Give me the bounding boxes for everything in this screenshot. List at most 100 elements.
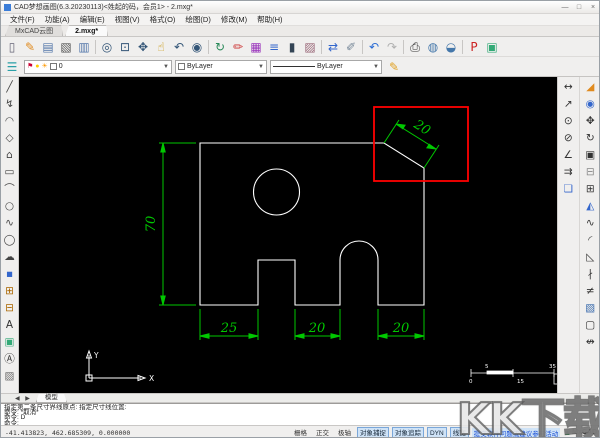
undo-icon[interactable]: ↶ [365, 38, 383, 56]
properties-edit-icon[interactable]: ✎ [385, 58, 403, 76]
pan-icon[interactable]: ☝ [152, 38, 170, 56]
menu-item-3[interactable]: 视图(V) [110, 14, 145, 26]
erase-icon[interactable]: ◢ [582, 79, 598, 95]
mtext-icon[interactable]: ≡ [265, 38, 283, 56]
toggle-线宽[interactable]: 线宽 [449, 427, 469, 437]
toggle-极轴[interactable]: 极轴 [335, 427, 354, 437]
hatch-icon[interactable]: ▨ [2, 368, 18, 384]
feedback-link[interactable]: 提交软件问题或建议参与活动 [471, 427, 561, 437]
zoom-object-icon[interactable]: ◉ [188, 38, 206, 56]
ellipse-icon[interactable]: ◯ [2, 232, 18, 248]
spline-edit-icon[interactable]: ∿ [582, 215, 598, 231]
arc-3p-icon[interactable]: ⌒ [2, 181, 18, 197]
radius-dim-icon[interactable]: ⊙ [560, 113, 576, 129]
scale-icon[interactable]: ▣ [582, 147, 598, 163]
window-controls: — □ × [560, 4, 598, 11]
linetype-combobox[interactable]: ByLayer ▼ [270, 59, 382, 74]
layout-save-icon[interactable]: ▨ [301, 38, 319, 56]
toggle-对象捕捉[interactable]: 对象捕捉 [356, 427, 389, 437]
dim-style-icon[interactable]: ❏ [560, 181, 576, 197]
polyline-icon[interactable]: ↯ [2, 96, 18, 112]
aligned-dim-icon[interactable]: ↗ [560, 96, 576, 112]
refresh-view-icon[interactable]: ↻ [211, 38, 229, 56]
open-folder-icon[interactable]: ▧ [57, 38, 75, 56]
draw-pencil-icon[interactable]: ✏ [229, 38, 247, 56]
extend-icon[interactable]: ≠ [582, 283, 598, 299]
web-preview-icon[interactable]: ◍ [424, 38, 442, 56]
image-icon[interactable]: ▣ [2, 334, 18, 350]
revision-cloud-icon[interactable]: ☁ [2, 249, 18, 265]
arc-icon[interactable]: ◠ [2, 113, 18, 129]
mirror-icon[interactable]: ◭ [582, 198, 598, 214]
text-style-icon[interactable]: Ⓐ [2, 351, 18, 367]
layer-combobox[interactable]: ⚑ ● ☀ 0 ▼ [24, 59, 172, 74]
explode-icon[interactable]: ▧ [582, 300, 598, 316]
spline-icon[interactable]: ∿ [2, 215, 18, 231]
menu-item-6[interactable]: 修改(M) [216, 14, 252, 26]
part-hole-circle[interactable] [252, 168, 301, 216]
export-image-icon[interactable]: ▣ [483, 38, 501, 56]
sync-cloud-icon[interactable]: ⇄ [324, 38, 342, 56]
redo-icon[interactable]: ↷ [383, 38, 401, 56]
circle-icon[interactable]: ○ [2, 198, 18, 214]
create-block-icon[interactable]: ⊟ [2, 300, 18, 316]
minimize-button[interactable]: — [560, 4, 570, 11]
move-icon[interactable]: ✥ [582, 113, 598, 129]
chamfer-icon[interactable]: ◺ [582, 249, 598, 265]
web-publish-icon[interactable]: ◒ [442, 38, 460, 56]
break-icon[interactable]: ↮ [582, 334, 598, 350]
open-drawing-icon[interactable]: ✎ [21, 38, 39, 56]
layout-tab-scroll[interactable]: ◀ ▶ [15, 395, 32, 402]
tab-current-drawing[interactable]: 2.mxg* [65, 25, 108, 36]
stretch-icon[interactable]: ▢ [582, 317, 598, 333]
save-as-icon[interactable]: ▥ [75, 38, 93, 56]
print-icon[interactable]: ⎙ [406, 38, 424, 56]
angular-dim-icon[interactable]: ∠ [560, 147, 576, 163]
diameter-dim-icon[interactable]: ⊘ [560, 130, 576, 146]
zoom-icon[interactable]: ◎ [98, 38, 116, 56]
rectangle-icon[interactable]: ▭ [2, 164, 18, 180]
toggle-对象追踪[interactable]: 对象追踪 [391, 427, 424, 437]
zoom-window-icon[interactable]: ⊡ [116, 38, 134, 56]
toggle-DYN[interactable]: DYN [426, 427, 447, 437]
copy-icon[interactable]: ◉ [582, 96, 598, 112]
toggle-正交[interactable]: 正交 [313, 427, 332, 437]
offset-icon[interactable]: ⊟ [582, 164, 598, 180]
maximize-button[interactable]: □ [574, 4, 584, 11]
line-icon[interactable]: ╱ [2, 79, 18, 95]
array-icon[interactable]: ⊞ [582, 181, 598, 197]
zoom-previous-icon[interactable]: ↶ [170, 38, 188, 56]
rotate-icon[interactable]: ↻ [582, 130, 598, 146]
command-line-area[interactable]: 指定第二条尺寸界线原点: 指定尺寸线位置: 命令: *取消* 命令: D 命令: [1, 403, 599, 425]
new-file-icon[interactable]: ▯ [3, 38, 21, 56]
polygon-icon[interactable]: ◇ [2, 130, 18, 146]
quick-save-icon[interactable]: ✐ [342, 38, 360, 56]
save-icon[interactable]: ▤ [39, 38, 57, 56]
linear-dim-icon[interactable]: ↔ [560, 79, 576, 95]
part-outline[interactable] [199, 142, 425, 306]
insert-block-icon[interactable]: ⊞ [2, 283, 18, 299]
tab-model[interactable]: 模型 [36, 394, 67, 403]
layer-manager-icon[interactable]: ☰ [3, 58, 21, 76]
trim-icon[interactable]: ∤ [582, 266, 598, 282]
menu-item-5[interactable]: 绘图(D) [180, 14, 215, 26]
fillet-icon[interactable]: ◜ [582, 232, 598, 248]
color-combobox[interactable]: ByLayer ▼ [175, 59, 267, 74]
tab-mxcad-cloud[interactable]: MxCAD云图 [5, 25, 63, 36]
close-button[interactable]: × [588, 4, 598, 11]
text-icon[interactable]: A [2, 317, 18, 333]
toggle-栅格[interactable]: 栅格 [291, 427, 310, 437]
menu-item-1[interactable]: 功能(A) [40, 14, 75, 26]
zoom-extents-icon[interactable]: ✥ [134, 38, 152, 56]
color-palette-icon[interactable]: ▦ [247, 38, 265, 56]
export-pdf-icon[interactable]: P [465, 38, 483, 56]
menu-item-4[interactable]: 格式(O) [145, 14, 181, 26]
menu-item-2[interactable]: 编辑(E) [75, 14, 110, 26]
block-icon[interactable]: ▮ [283, 38, 301, 56]
polygon-shape-icon[interactable]: ⌂ [2, 147, 18, 163]
drawing-canvas[interactable]: 70 25 20 20 20 5 35 0 15 X Y [19, 77, 568, 393]
continue-dim-icon[interactable]: ⇉ [560, 164, 576, 180]
menu-item-0[interactable]: 文件(F) [5, 14, 40, 26]
point-icon[interactable]: ▪ [2, 266, 18, 282]
menu-item-7[interactable]: 帮助(H) [252, 14, 287, 26]
